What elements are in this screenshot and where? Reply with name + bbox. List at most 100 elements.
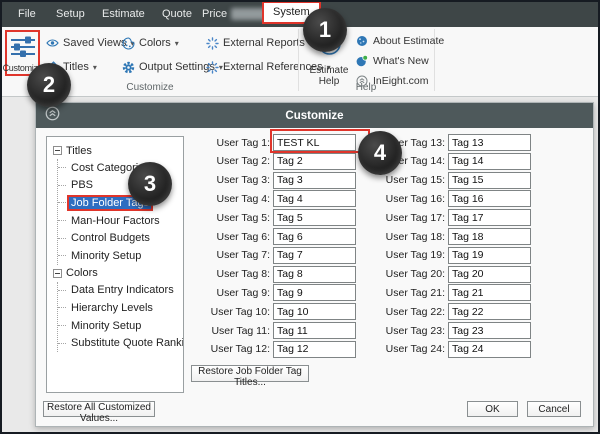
user-tag-input[interactable] — [448, 172, 531, 189]
tree-group-titles: Titles Cost Categories PBS Job Folder Ta… — [53, 142, 181, 265]
tree-item[interactable]: Man-Hour Factors — [58, 212, 181, 230]
user-tag-input[interactable] — [273, 303, 356, 320]
user-tag-row: User Tag 21: — [361, 284, 531, 301]
user-tag-input[interactable] — [448, 134, 531, 151]
tab-file[interactable]: File — [18, 8, 36, 20]
user-tag-input[interactable] — [448, 303, 531, 320]
user-tag-input[interactable] — [448, 284, 531, 301]
estimate-help-label: Estimate Help — [304, 65, 354, 87]
user-tag-input[interactable] — [273, 190, 356, 207]
sparkle-icon — [206, 61, 219, 74]
cancel-button[interactable]: Cancel — [527, 401, 581, 417]
restore-job-folder-tag-titles-button[interactable]: Restore Job Folder Tag Titles... — [191, 365, 309, 382]
user-tag-label: User Tag 24: — [361, 343, 448, 355]
user-tag-label: User Tag 10: — [186, 306, 273, 318]
user-tag-input[interactable] — [448, 153, 531, 170]
step-badge-3: 3 — [128, 162, 172, 206]
user-tag-row: User Tag 17: — [361, 209, 531, 226]
user-tag-label: User Tag 11: — [186, 325, 273, 337]
tree-item[interactable]: Control Budgets — [58, 229, 181, 247]
user-tag-input[interactable] — [273, 322, 356, 339]
user-tag-label: User Tag 1: — [186, 137, 273, 149]
user-tag-label: User Tag 15: — [361, 174, 448, 186]
ineight-com-label: InEight.com — [373, 75, 428, 87]
tree-node-colors[interactable]: Colors — [53, 265, 181, 282]
tree-item[interactable]: Minority Setup — [58, 247, 181, 265]
user-tag-label: User Tag 5: — [186, 212, 273, 224]
user-tag-input[interactable] — [273, 247, 356, 264]
user-tag-input[interactable] — [448, 209, 531, 226]
user-tag-input[interactable] — [448, 322, 531, 339]
tree-item[interactable]: Hierarchy Levels — [58, 299, 181, 317]
user-tag-label: User Tag 16: — [361, 193, 448, 205]
tree-item[interactable]: Minority Setup — [58, 317, 181, 335]
external-reports-button[interactable]: External Reports — [206, 35, 313, 51]
user-tag-input[interactable] — [273, 284, 356, 301]
user-tag-input[interactable] — [273, 228, 356, 245]
tab-quote[interactable]: Quote — [162, 8, 192, 20]
user-tag-input[interactable] — [273, 134, 356, 151]
tree-item[interactable]: Substitute Quote Ranking — [58, 334, 181, 352]
user-tag-input[interactable] — [273, 153, 356, 170]
collapse-minus-icon[interactable] — [53, 269, 62, 278]
tab-estimate[interactable]: Estimate — [102, 8, 145, 20]
eye-icon — [46, 37, 59, 50]
user-tag-input[interactable] — [273, 209, 356, 226]
ok-button[interactable]: OK — [467, 401, 518, 417]
dialog-title-bar: Customize — [36, 103, 593, 128]
user-tag-input[interactable] — [448, 190, 531, 207]
external-reports-label: External Reports — [223, 37, 313, 49]
user-tag-row: User Tag 6: — [186, 228, 356, 245]
app-window: File Setup Estimate Quote Price System C… — [0, 0, 600, 434]
user-tag-label: User Tag 18: — [361, 231, 448, 243]
user-tag-input[interactable] — [448, 228, 531, 245]
user-tag-label: User Tag 20: — [361, 268, 448, 280]
about-estimate-link[interactable]: About Estimate — [356, 33, 444, 48]
user-tag-row: User Tag 15: — [361, 172, 531, 189]
colors-label: Colors — [139, 37, 179, 49]
titles-label: Titles — [63, 61, 97, 73]
dialog-title: Customize — [36, 110, 593, 122]
user-tag-label: User Tag 22: — [361, 306, 448, 318]
user-tag-row: User Tag 10: — [186, 303, 356, 320]
user-tag-label: User Tag 12: — [186, 343, 273, 355]
user-tag-label: User Tag 6: — [186, 231, 273, 243]
user-tag-row: User Tag 3: — [186, 172, 356, 189]
user-tag-row: User Tag 1: — [186, 134, 356, 151]
user-tag-input[interactable] — [448, 341, 531, 358]
user-tag-label: User Tag 4: — [186, 193, 273, 205]
user-tag-row: User Tag 18: — [361, 228, 531, 245]
tab-price[interactable]: Price — [202, 8, 227, 20]
user-tag-label: User Tag 2: — [186, 155, 273, 167]
user-tag-input[interactable] — [273, 266, 356, 283]
collapse-minus-icon[interactable] — [53, 146, 62, 155]
user-tag-row: User Tag 12: — [186, 341, 356, 358]
step-badge-4: 4 — [358, 131, 402, 175]
tab-redacted[interactable] — [231, 8, 267, 20]
ineight-com-link[interactable]: InEight.com — [356, 73, 428, 88]
user-tag-row: User Tag 20: — [361, 266, 531, 283]
user-tag-row: User Tag 19: — [361, 247, 531, 264]
about-estimate-label: About Estimate — [373, 35, 444, 47]
whats-new-icon — [356, 55, 368, 67]
user-tag-input[interactable] — [273, 341, 356, 358]
tab-setup[interactable]: Setup — [56, 8, 85, 20]
user-tag-input[interactable] — [448, 247, 531, 264]
step-badge-1: 1 — [303, 8, 347, 52]
user-tag-input[interactable] — [273, 172, 356, 189]
whats-new-label: What's New — [373, 55, 429, 67]
user-tag-input[interactable] — [448, 266, 531, 283]
tree-item[interactable]: Data Entry Indicators — [58, 282, 181, 300]
user-tag-row: User Tag 23: — [361, 322, 531, 339]
menu-bar: File Setup Estimate Quote Price System — [2, 2, 598, 27]
user-tag-label: User Tag 3: — [186, 174, 273, 186]
user-tag-row: User Tag 16: — [361, 190, 531, 207]
user-tag-row: User Tag 7: — [186, 247, 356, 264]
user-tag-row: User Tag 9: — [186, 284, 356, 301]
whats-new-link[interactable]: What's New — [356, 53, 429, 68]
colors-button[interactable]: Colors — [122, 35, 179, 51]
tree-group-colors: Colors Data Entry Indicators Hierarchy L… — [53, 265, 181, 352]
user-tag-row: User Tag 4: — [186, 190, 356, 207]
tree-node-titles[interactable]: Titles — [53, 142, 181, 159]
restore-all-customized-values-button[interactable]: Restore All Customized Values... — [43, 401, 155, 417]
